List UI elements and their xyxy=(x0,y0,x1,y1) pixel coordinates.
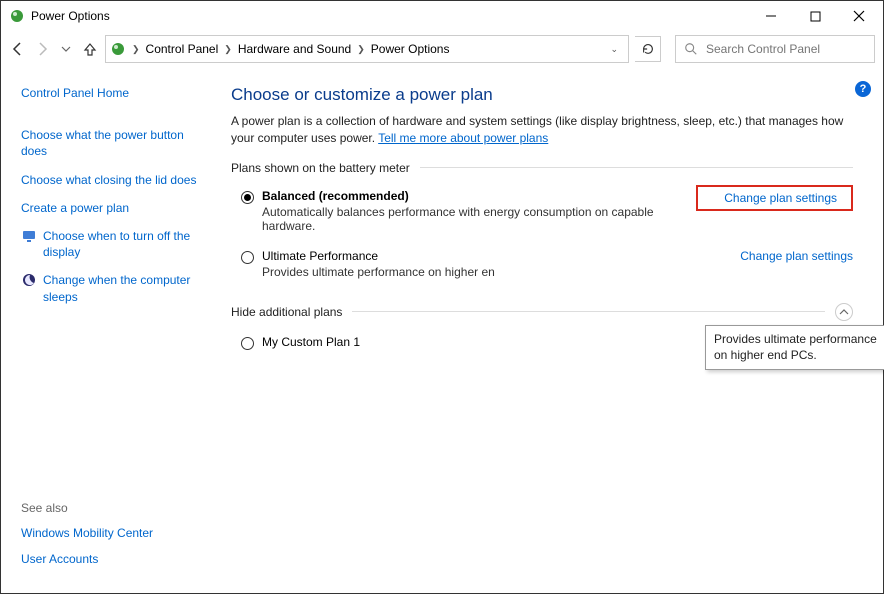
chevron-right-icon: ❯ xyxy=(357,44,365,55)
learn-more-link[interactable]: Tell me more about power plans xyxy=(378,131,548,145)
plan-name: Ultimate Performance xyxy=(262,249,728,263)
forward-button[interactable] xyxy=(33,40,51,58)
app-icon xyxy=(9,8,25,24)
hide-plans-label: Hide additional plans xyxy=(231,305,342,319)
search-input[interactable] xyxy=(706,42,866,56)
breadcrumb-item[interactable]: Power Options xyxy=(371,42,450,56)
back-button[interactable] xyxy=(9,40,27,58)
control-panel-home-link[interactable]: Control Panel Home xyxy=(21,85,201,101)
chevron-right-icon: ❯ xyxy=(224,44,232,55)
plan-radio-balanced[interactable] xyxy=(241,191,254,204)
plan-name: Balanced (recommended) xyxy=(262,189,696,203)
minimize-button[interactable] xyxy=(749,2,793,30)
sidebar-link-display-off[interactable]: Choose when to turn off the display xyxy=(43,228,201,260)
change-plan-settings-link[interactable]: Change plan settings xyxy=(724,191,837,205)
up-button[interactable] xyxy=(81,40,99,58)
breadcrumb-item[interactable]: Control Panel xyxy=(146,42,219,56)
sleep-icon xyxy=(21,272,37,288)
breadcrumb-item[interactable]: Hardware and Sound xyxy=(238,42,351,56)
search-box[interactable] xyxy=(675,35,875,63)
main-panel: Choose or customize a power plan A power… xyxy=(211,67,883,593)
divider xyxy=(420,167,853,168)
page-description: A power plan is a collection of hardware… xyxy=(231,113,853,147)
location-icon xyxy=(110,41,126,57)
address-dropdown[interactable]: ⌄ xyxy=(604,44,624,55)
page-heading: Choose or customize a power plan xyxy=(231,85,853,105)
search-icon xyxy=(684,42,698,56)
see-also-header: See also xyxy=(21,501,201,515)
sidebar: Control Panel Home Choose what the power… xyxy=(1,67,211,593)
change-plan-settings-link[interactable]: Change plan settings xyxy=(740,249,853,263)
divider xyxy=(352,311,825,312)
plan-radio-custom1[interactable] xyxy=(241,337,254,350)
display-off-icon xyxy=(21,228,37,244)
sidebar-link-create-plan[interactable]: Create a power plan xyxy=(21,200,201,216)
address-bar[interactable]: ❯ Control Panel ❯ Hardware and Sound ❯ P… xyxy=(105,35,629,63)
recent-dropdown[interactable] xyxy=(57,40,75,58)
chevron-right-icon: ❯ xyxy=(132,44,140,55)
maximize-button[interactable] xyxy=(793,2,837,30)
plan-desc: Automatically balances performance with … xyxy=(262,205,696,233)
collapse-toggle[interactable] xyxy=(835,303,853,321)
see-also-mobility-center[interactable]: Windows Mobility Center xyxy=(21,525,201,541)
sidebar-link-sleep[interactable]: Change when the computer sleeps xyxy=(43,272,201,304)
sidebar-link-closing-lid[interactable]: Choose what closing the lid does xyxy=(21,172,201,188)
window-title: Power Options xyxy=(31,9,749,23)
plan-desc: Provides ultimate performance on higher … xyxy=(262,265,728,279)
sidebar-link-power-button[interactable]: Choose what the power button does xyxy=(21,127,201,159)
plan-name: My Custom Plan 1 xyxy=(262,335,728,349)
close-button[interactable] xyxy=(837,2,881,30)
plans-shown-label: Plans shown on the battery meter xyxy=(231,161,410,175)
plan-radio-ultimate[interactable] xyxy=(241,251,254,264)
tooltip: Provides ultimate performance on higher … xyxy=(705,325,884,370)
see-also-user-accounts[interactable]: User Accounts xyxy=(21,551,201,567)
refresh-button[interactable] xyxy=(635,36,661,62)
